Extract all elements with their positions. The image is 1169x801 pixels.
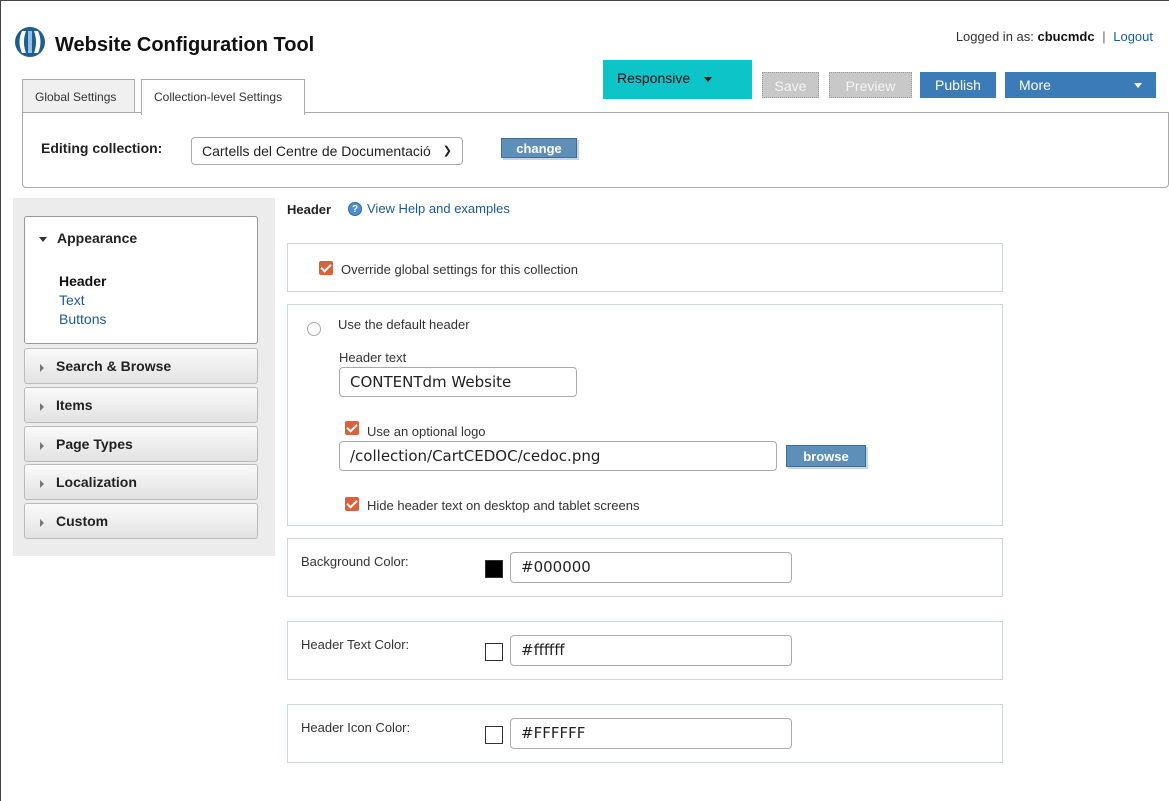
- logout-link[interactable]: Logout: [1113, 29, 1153, 44]
- hide-header-text-label: Hide header text on desktop and tablet s…: [367, 498, 640, 513]
- header-text-color-label: Header Text Color:: [301, 637, 410, 652]
- collapsed-triangle-icon: [40, 402, 44, 411]
- view-help-link[interactable]: View Help and examples: [367, 201, 510, 216]
- background-color-label: Background Color:: [301, 554, 409, 569]
- logo-path-input[interactable]: /collection/CartCEDOC/cedoc.png: [339, 441, 777, 471]
- sidebar-section-page-types[interactable]: Page Types: [24, 426, 258, 462]
- override-checkbox[interactable]: [319, 261, 333, 275]
- collapsed-triangle-icon: [40, 441, 44, 450]
- expanded-triangle-icon: [39, 236, 47, 242]
- more-dropdown-button[interactable]: More: [1005, 72, 1156, 98]
- sidebar-section-items[interactable]: Items: [24, 387, 258, 423]
- settings-sidebar: Appearance Header Text Buttons Search & …: [13, 198, 275, 556]
- save-button[interactable]: Save: [762, 72, 819, 98]
- more-label: More: [1019, 77, 1051, 93]
- collapsed-triangle-icon: [40, 363, 44, 372]
- caret-down-icon: [704, 76, 713, 82]
- caret-down-icon: [1134, 83, 1142, 88]
- responsive-dropdown-button[interactable]: Responsive: [603, 60, 752, 99]
- responsive-label: Responsive: [617, 70, 691, 86]
- chevron-down-icon: ❯: [442, 145, 452, 157]
- header-text-color-panel: Header Text Color: #ffffff: [287, 621, 1003, 680]
- tab-collection-level-settings[interactable]: Collection-level Settings: [141, 79, 305, 115]
- login-separator: |: [1102, 29, 1106, 44]
- section-title: Header: [287, 202, 332, 217]
- collection-select-value: Cartells del Centre de Documentació: [202, 143, 431, 159]
- app-title: Website Configuration Tool: [55, 34, 315, 56]
- collapsed-triangle-icon: [40, 518, 44, 527]
- collection-select[interactable]: Cartells del Centre de Documentació ❯: [191, 137, 463, 165]
- header-icon-color-label: Header Icon Color:: [301, 720, 411, 735]
- background-color-input[interactable]: #000000: [510, 552, 792, 583]
- sidebar-section-localization[interactable]: Localization: [24, 464, 258, 500]
- tab-global-settings[interactable]: Global Settings: [22, 79, 135, 113]
- background-color-swatch[interactable]: [485, 560, 503, 578]
- publish-button[interactable]: Publish: [920, 72, 996, 98]
- header-options-panel: Use the default header Header text CONTE…: [287, 304, 1003, 526]
- logged-in-prefix: Logged in as:: [955, 29, 1034, 44]
- contentdm-logo-icon: [15, 27, 45, 57]
- editing-collection-label: Editing collection:: [41, 140, 163, 156]
- background-color-panel: Background Color: #000000: [287, 538, 1003, 597]
- change-collection-button[interactable]: change: [501, 138, 577, 158]
- optional-logo-label: Use an optional logo: [367, 424, 486, 439]
- default-header-label: Use the default header: [338, 317, 470, 332]
- sidebar-item-text[interactable]: Text: [59, 292, 85, 308]
- sidebar-section-custom[interactable]: Custom: [24, 503, 258, 539]
- sidebar-item-buttons[interactable]: Buttons: [59, 311, 106, 327]
- sidebar-item-header[interactable]: Header: [59, 273, 106, 289]
- default-header-radio[interactable]: [307, 322, 321, 336]
- header-icon-color-panel: Header Icon Color: #FFFFFF: [287, 704, 1003, 763]
- editing-collection-bar: Editing collection: Cartells del Centre …: [22, 112, 1169, 188]
- header-text-input[interactable]: CONTENTdm Website: [339, 367, 577, 397]
- username: cbucmdc: [1037, 29, 1095, 44]
- app-window: Website Configuration Tool Logged in as:…: [0, 0, 1169, 801]
- optional-logo-checkbox[interactable]: [345, 421, 359, 435]
- hide-header-text-checkbox[interactable]: [345, 497, 359, 511]
- override-label: Override global settings for this collec…: [341, 262, 579, 277]
- sidebar-section-header-appearance[interactable]: Appearance: [39, 230, 137, 246]
- header-text-label: Header text: [339, 350, 407, 365]
- sidebar-section-appearance: Appearance Header Text Buttons: [24, 216, 258, 344]
- help-circle-icon[interactable]: ?: [348, 202, 362, 216]
- override-settings-panel: Override global settings for this collec…: [287, 243, 1003, 292]
- header-icon-color-input[interactable]: #FFFFFF: [510, 718, 792, 749]
- login-info: Logged in as: cbucmdc | Logout: [956, 29, 1153, 44]
- preview-button[interactable]: Preview: [829, 72, 912, 98]
- header-text-color-swatch[interactable]: [485, 643, 503, 661]
- sidebar-section-search-browse[interactable]: Search & Browse: [24, 348, 258, 384]
- header-text-color-input[interactable]: #ffffff: [510, 635, 792, 666]
- browse-logo-button[interactable]: browse: [786, 445, 866, 467]
- header-icon-color-swatch[interactable]: [485, 726, 503, 744]
- collapsed-triangle-icon: [40, 479, 44, 488]
